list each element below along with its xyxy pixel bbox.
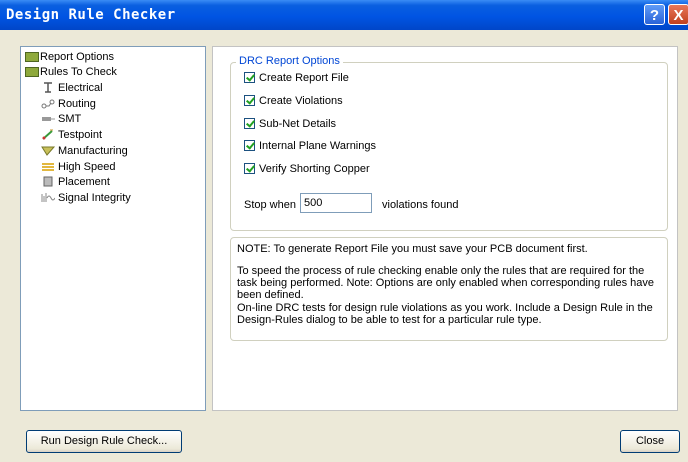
stop-when-label: Stop when	[244, 199, 296, 211]
tree-item-label: Rules To Check	[40, 66, 117, 78]
tree-item-signal-integrity[interactable]: Signal Integrity	[41, 191, 131, 206]
close-button[interactable]: Close	[620, 430, 680, 453]
routing-icon	[41, 98, 57, 109]
sub-net-details-checkbox[interactable]: Sub-Net Details	[244, 118, 336, 131]
tree-item-label: Testpoint	[58, 129, 103, 141]
checkbox-label: Internal Plane Warnings	[259, 140, 376, 152]
checkbox-label: Create Violations	[259, 95, 343, 107]
internal-plane-warnings-checkbox[interactable]: Internal Plane Warnings	[244, 140, 376, 153]
tree-item-placement[interactable]: Placement	[41, 175, 110, 190]
tree-item-label: Manufacturing	[58, 145, 128, 157]
tree-item-label: Signal Integrity	[58, 192, 131, 204]
tree-item-manufacturing[interactable]: Manufacturing	[41, 144, 128, 159]
stop-when-input[interactable]	[300, 193, 372, 213]
tree-item-electrical[interactable]: Electrical	[41, 81, 103, 96]
tree-item-label: High Speed	[58, 161, 116, 173]
group-title: DRC Report Options	[236, 55, 343, 67]
tree-item-label: Placement	[58, 176, 110, 188]
placement-icon	[41, 176, 57, 187]
checkbox-checked-icon[interactable]	[244, 140, 255, 151]
close-window-button[interactable]: X	[668, 4, 688, 25]
folder-icon	[25, 67, 39, 77]
run-design-rule-check-button[interactable]: Run Design Rule Check...	[26, 430, 182, 453]
verify-shorting-copper-checkbox[interactable]: Verify Shorting Copper	[244, 163, 370, 176]
tree-item-label: SMT	[58, 113, 82, 125]
design-rule-checker-window: Design Rule Checker ? X Report Options R…	[0, 0, 688, 462]
create-report-file-checkbox[interactable]: Create Report File	[244, 72, 349, 85]
title-bar[interactable]: Design Rule Checker ? X	[0, 0, 688, 30]
note-line-3: On-line DRC tests for design rule violat…	[237, 302, 653, 326]
checkbox-label: Create Report File	[259, 72, 349, 84]
tree-item-label: Electrical	[58, 82, 103, 94]
violations-found-label: violations found	[382, 199, 459, 211]
electrical-icon	[41, 82, 57, 93]
note-line-2: To speed the process of rule checking en…	[237, 265, 655, 301]
note-line-1: NOTE: To generate Report File you must s…	[237, 243, 588, 255]
checkbox-label: Verify Shorting Copper	[259, 163, 370, 175]
high-speed-icon	[41, 161, 57, 172]
tree-item-label: Routing	[58, 98, 96, 110]
rule-tree[interactable]: Report Options Rules To Check Electrical…	[20, 46, 206, 411]
signal-integrity-icon	[41, 192, 57, 203]
tree-item-testpoint[interactable]: Testpoint	[41, 128, 102, 143]
help-button[interactable]: ?	[644, 4, 665, 25]
manufacturing-icon	[41, 145, 57, 156]
window-title: Design Rule Checker	[6, 7, 176, 23]
tree-item-high-speed[interactable]: High Speed	[41, 160, 116, 175]
checkbox-checked-icon[interactable]	[244, 72, 255, 83]
checkbox-checked-icon[interactable]	[244, 95, 255, 106]
tree-item-smt[interactable]: SMT	[41, 112, 81, 127]
tree-item-report-options[interactable]: Report Options	[25, 50, 114, 65]
folder-icon	[25, 52, 39, 62]
tree-item-rules-to-check[interactable]: Rules To Check	[25, 65, 117, 80]
checkbox-checked-icon[interactable]	[244, 163, 255, 174]
testpoint-icon	[41, 129, 57, 140]
smt-icon	[41, 113, 57, 124]
create-violations-checkbox[interactable]: Create Violations	[244, 95, 343, 108]
tree-item-routing[interactable]: Routing	[41, 97, 96, 112]
checkbox-label: Sub-Net Details	[259, 118, 337, 130]
checkbox-checked-icon[interactable]	[244, 118, 255, 129]
tree-item-label: Report Options	[40, 51, 114, 63]
note-box: NOTE: To generate Report File you must s…	[230, 237, 668, 341]
